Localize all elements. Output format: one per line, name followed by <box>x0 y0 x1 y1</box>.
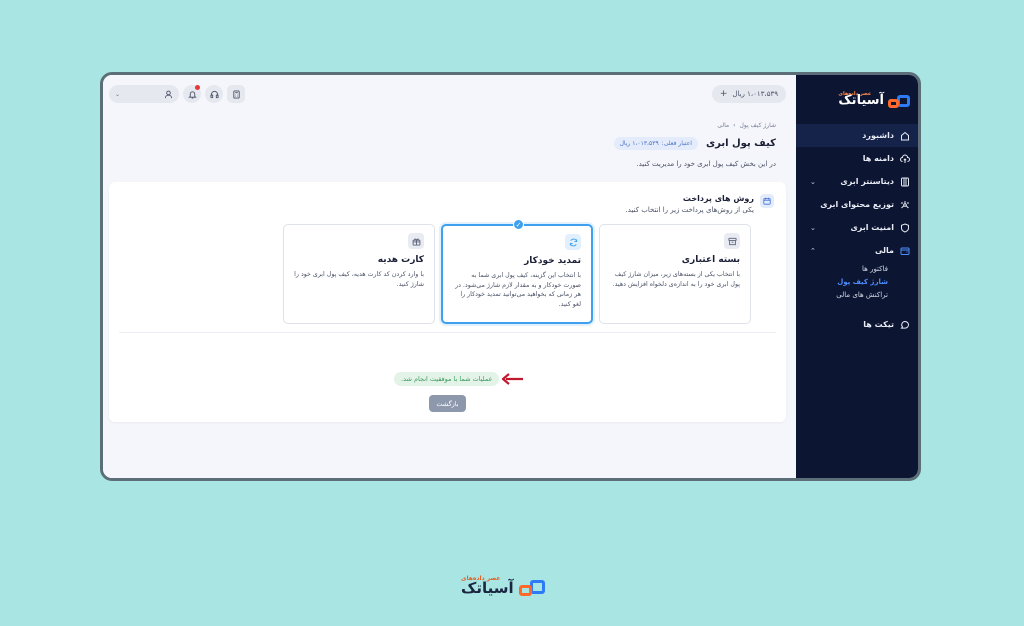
sidebar-item-finance[interactable]: مالی ⌃ <box>796 239 918 262</box>
chevron-down-icon: ⌄ <box>115 90 121 98</box>
option-credit-package[interactable]: بسته اعتباری با انتخاب یکی از بسته‌های ز… <box>599 224 751 324</box>
headset-icon <box>209 90 219 98</box>
credit-label: اعتبار فعلی: <box>661 140 692 147</box>
back-button[interactable]: بازگشت <box>429 395 466 412</box>
refresh-icon <box>565 234 581 250</box>
option-title: تمدید خودکار <box>524 256 581 266</box>
balance-chip[interactable]: ۱،۰۱۳،۵۳۹ ریال + <box>711 85 786 103</box>
page-header: کیف پول ابری اعتبار فعلی: ۱،۰۱۳،۵۳۹ ریال <box>613 137 776 150</box>
sidebar-item-tickets[interactable]: تیکت ها <box>796 313 918 336</box>
calendar-icon <box>760 194 774 208</box>
breadcrumb: شارژ کیف پول › مالی <box>717 122 776 129</box>
payment-methods-title: روش های پرداخت <box>682 194 754 203</box>
sidebar-item-label: توزیع محتوای ابری <box>820 200 894 209</box>
cloud-logo-icon <box>888 93 910 109</box>
network-icon <box>900 200 910 210</box>
notification-dot <box>195 85 200 90</box>
bell-icon <box>187 90 197 99</box>
option-title: کارت هدیه <box>377 255 424 265</box>
finance-submenu: فاکتور ها شارژ کیف پول تراکنش های مالی <box>796 262 918 301</box>
brand-tagline: عصر داده‌های <box>838 91 872 97</box>
chat-icon <box>900 320 910 330</box>
submenu-item-transactions[interactable]: تراکنش های مالی <box>796 288 888 301</box>
sidebar: آسیاتک عصر داده‌های داشبورد دامنه ها دیت… <box>796 75 918 478</box>
option-description: با انتخاب این گزینه، کیف پول ابری شما به… <box>455 272 581 308</box>
wallet-icon <box>900 246 910 256</box>
server-icon <box>900 177 910 187</box>
option-auto-renew[interactable]: ✓ تمدید خودکار با انتخاب این گزینه، کیف … <box>441 219 593 324</box>
sidebar-item-label: مالی <box>874 246 894 255</box>
calculator-icon <box>232 89 240 99</box>
divider <box>119 332 776 333</box>
sidebar-item-security[interactable]: امنیت ابری ⌄ <box>796 216 918 239</box>
breadcrumb-current[interactable]: شارژ کیف پول <box>740 122 776 129</box>
sidebar-item-label: امنیت ابری <box>850 223 894 232</box>
archive-icon <box>724 233 740 249</box>
sidebar-item-label: دامنه ها <box>862 154 894 163</box>
support-button[interactable] <box>205 85 223 103</box>
credit-value: ۱،۰۱۳،۵۳۹ ریال <box>619 140 659 147</box>
sidebar-item-label: تیکت ها <box>863 320 894 329</box>
sidebar-item-cdn[interactable]: توزیع محتوای ابری <box>796 193 918 216</box>
breadcrumb-parent[interactable]: مالی <box>717 122 729 129</box>
chevron-down-icon: ⌄ <box>810 177 816 186</box>
payment-methods-header: روش های پرداخت یکی از روش‌های پرداخت زیر… <box>626 194 774 214</box>
option-gift-card[interactable]: کارت هدیه با وارد کردن کد کارت هدیه، کیف… <box>283 224 435 324</box>
wallet-card: روش های پرداخت یکی از روش‌های پرداخت زیر… <box>109 182 786 422</box>
credit-badge: اعتبار فعلی: ۱،۰۱۳،۵۳۹ ریال <box>613 137 698 150</box>
chevron-down-icon: ⌄ <box>810 223 816 232</box>
payment-methods-subtitle: یکی از روش‌های پرداخت زیر را انتخاب کنید… <box>625 206 754 214</box>
option-description: با وارد کردن کد کارت هدیه، کیف پول ابری … <box>294 271 424 288</box>
plus-icon: + <box>719 89 728 99</box>
option-description: با انتخاب یکی از بسته‌های زیر، میزان شار… <box>612 271 740 288</box>
sidebar-item-label: داشبورد <box>862 131 894 140</box>
sidebar-item-domains[interactable]: دامنه ها <box>796 147 918 170</box>
user-icon <box>164 90 173 98</box>
arrow-left-icon <box>501 373 523 385</box>
page-description: در این بخش کیف پول ابری خود را مدیریت کن… <box>636 160 776 168</box>
chevron-up-icon: ⌃ <box>810 246 816 255</box>
cloud-upload-icon <box>900 154 910 164</box>
submenu-item-wallet-charge[interactable]: شارژ کیف پول <box>796 275 888 288</box>
brand-logo[interactable]: آسیاتک عصر داده‌های <box>838 91 910 109</box>
sidebar-nav: داشبورد دامنه ها دیتاسنتر ابری ⌄ توزیع م… <box>796 124 918 336</box>
notifications-button[interactable] <box>183 85 201 103</box>
shield-icon <box>900 222 910 233</box>
balance-value: ۱،۰۱۳،۵۳۹ ریال <box>732 90 778 98</box>
user-menu[interactable]: ⌄ <box>109 85 179 103</box>
sidebar-item-datacenter[interactable]: دیتاسنتر ابری ⌄ <box>796 170 918 193</box>
app-window: ⌄ ۱،۰۱۳،۵۳۹ ریال + شارژ کیف پول › مالی ک… <box>100 72 921 481</box>
page-title: کیف پول ابری <box>705 138 776 149</box>
breadcrumb-separator: › <box>733 122 736 129</box>
gift-icon <box>408 233 424 249</box>
footer-brand-tagline: عصر داده‌های <box>461 575 501 582</box>
sidebar-item-label: دیتاسنتر ابری <box>840 177 894 186</box>
success-message: عملیات شما با موفقیت انجام شد. <box>394 372 500 386</box>
top-bar: ⌄ ۱،۰۱۳،۵۳۹ ریال + <box>109 85 786 103</box>
option-title: بسته اعتباری <box>681 255 740 265</box>
footer-brand-logo: آسیاتک عصر داده‌های <box>461 575 545 598</box>
calculator-button[interactable] <box>227 85 245 103</box>
main-area: ⌄ ۱،۰۱۳،۵۳۹ ریال + شارژ کیف پول › مالی ک… <box>103 75 796 478</box>
check-icon: ✓ <box>513 219 524 230</box>
cloud-logo-icon <box>518 578 545 598</box>
home-icon <box>900 131 910 141</box>
sidebar-item-dashboard[interactable]: داشبورد <box>796 124 918 147</box>
submenu-item-invoices[interactable]: فاکتور ها <box>796 262 888 275</box>
